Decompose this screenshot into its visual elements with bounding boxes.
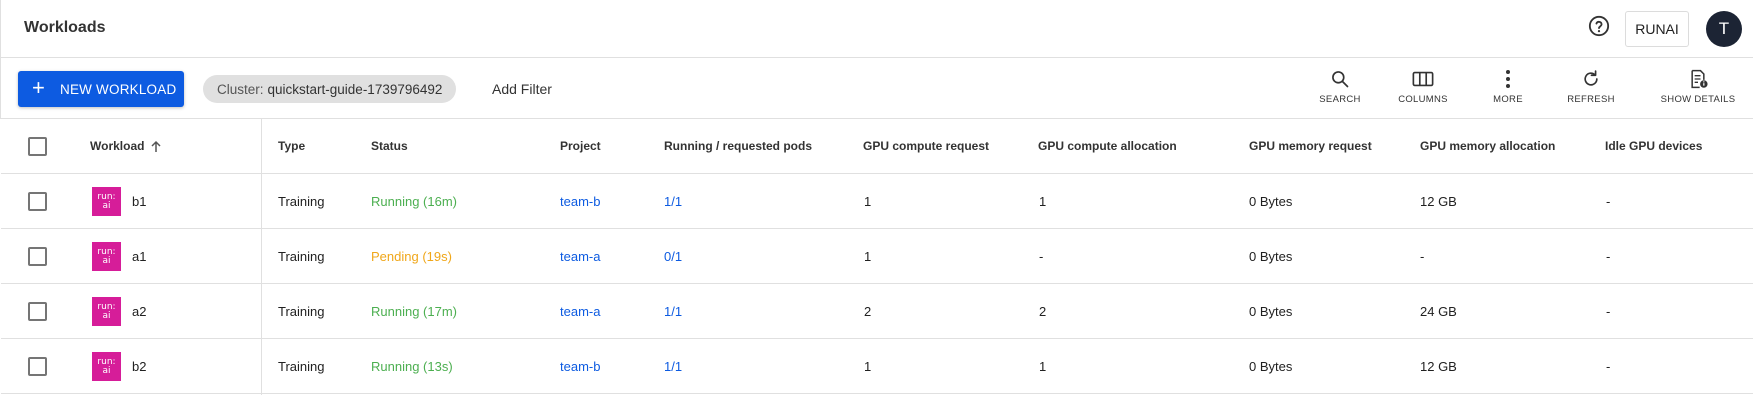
workload-name: b2 xyxy=(132,358,147,374)
project-link[interactable]: team-b xyxy=(560,174,600,228)
column-header-gpu-memory-request[interactable]: GPU memory request xyxy=(1249,119,1372,173)
idle-gpu-devices-value: - xyxy=(1606,358,1611,374)
project-link[interactable]: team-a xyxy=(560,284,600,338)
table-row[interactable]: run: ai b2 Training Running (13s) team-b … xyxy=(1,339,1753,394)
workload-status: Pending (19s) xyxy=(371,248,452,264)
search-button[interactable]: SEARCH xyxy=(1319,65,1361,111)
gpu-compute-allocation-value: 1 xyxy=(1039,193,1047,209)
select-all-checkbox[interactable] xyxy=(28,137,47,156)
columns-icon xyxy=(1412,68,1434,90)
new-workload-label: NEW WORKLOAD xyxy=(60,82,177,97)
more-vertical-icon xyxy=(1505,68,1511,90)
cluster-chip-label: Cluster: xyxy=(217,81,264,97)
gpu-compute-allocation-value: - xyxy=(1039,248,1044,264)
plus-icon: + xyxy=(32,75,45,100)
gpu-memory-allocation-value: 12 GB xyxy=(1420,358,1457,374)
runai-logo-icon: run: ai xyxy=(92,352,121,381)
search-label: SEARCH xyxy=(1319,94,1361,105)
gpu-compute-allocation-value: 2 xyxy=(1039,303,1047,319)
column-header-workload[interactable]: Workload xyxy=(90,119,162,173)
gpu-memory-request-value: 0 Bytes xyxy=(1249,248,1293,264)
gpu-memory-request-value: 0 Bytes xyxy=(1249,193,1293,209)
columns-button[interactable]: COLUMNS xyxy=(1398,65,1448,111)
column-header-pods[interactable]: Running / requested pods xyxy=(664,119,812,173)
help-icon[interactable] xyxy=(1587,14,1611,38)
row-checkbox[interactable] xyxy=(28,247,47,266)
column-header-project[interactable]: Project xyxy=(560,119,601,173)
more-label: MORE xyxy=(1493,94,1523,105)
gpu-memory-request-value: 0 Bytes xyxy=(1249,358,1293,374)
workload-type: Training xyxy=(278,303,325,319)
add-filter-button[interactable]: Add Filter xyxy=(492,81,552,97)
columns-label: COLUMNS xyxy=(1398,94,1448,105)
workload-type: Training xyxy=(278,193,325,209)
project-link[interactable]: team-a xyxy=(560,229,600,283)
table-row[interactable]: run: ai a1 Training Pending (19s) team-a … xyxy=(1,229,1753,284)
project-link[interactable]: team-b xyxy=(560,339,600,393)
column-header-label: Workload xyxy=(90,139,145,153)
pods-link[interactable]: 1/1 xyxy=(664,284,682,338)
pods-link[interactable]: 0/1 xyxy=(664,229,682,283)
top-bar: Workloads RUNAI T xyxy=(0,0,1753,58)
account-button[interactable]: RUNAI xyxy=(1625,11,1689,47)
row-checkbox[interactable] xyxy=(28,192,47,211)
row-checkbox[interactable] xyxy=(28,357,47,376)
workload-type: Training xyxy=(278,358,325,374)
refresh-icon xyxy=(1581,68,1601,90)
runai-logo-icon: run: ai xyxy=(92,242,121,271)
user-avatar[interactable]: T xyxy=(1706,11,1742,47)
column-header-gpu-memory-allocation[interactable]: GPU memory allocation xyxy=(1420,119,1555,173)
gpu-memory-allocation-value: 12 GB xyxy=(1420,193,1457,209)
column-header-gpu-compute-allocation[interactable]: GPU compute allocation xyxy=(1038,119,1177,173)
refresh-button[interactable]: REFRESH xyxy=(1567,65,1615,111)
page-title: Workloads xyxy=(24,19,106,36)
new-workload-button[interactable]: + NEW WORKLOAD xyxy=(18,71,184,107)
idle-gpu-devices-value: - xyxy=(1606,303,1611,319)
workload-status: Running (13s) xyxy=(371,358,453,374)
workload-status: Running (16m) xyxy=(371,193,457,209)
show-details-button[interactable]: SHOW DETAILS xyxy=(1659,65,1737,111)
workload-status: Running (17m) xyxy=(371,303,457,319)
workload-name: a2 xyxy=(132,303,147,319)
idle-gpu-devices-value: - xyxy=(1606,248,1611,264)
table-header-row: Workload Type Status Project Running / r… xyxy=(1,119,1753,174)
search-icon xyxy=(1330,68,1350,90)
refresh-label: REFRESH xyxy=(1567,94,1615,105)
table-row[interactable]: run: ai a2 Training Running (17m) team-a … xyxy=(1,284,1753,339)
runai-logo-icon: run: ai xyxy=(92,187,121,216)
row-checkbox[interactable] xyxy=(28,302,47,321)
idle-gpu-devices-value: - xyxy=(1606,193,1611,209)
cluster-filter-chip[interactable]: Cluster: quickstart-guide-1739796492 xyxy=(203,75,457,103)
gpu-compute-request-value: 2 xyxy=(864,303,872,319)
table-row[interactable]: run: ai b1 Training Running (16m) team-b … xyxy=(1,174,1753,229)
workload-name: a1 xyxy=(132,248,147,264)
gpu-compute-allocation-value: 1 xyxy=(1039,358,1047,374)
pods-link[interactable]: 1/1 xyxy=(664,339,682,393)
gpu-memory-allocation-value: - xyxy=(1420,248,1425,264)
show-details-label: SHOW DETAILS xyxy=(1660,94,1736,105)
column-header-gpu-compute-request[interactable]: GPU compute request xyxy=(863,119,989,173)
column-header-status[interactable]: Status xyxy=(371,119,408,173)
workload-type: Training xyxy=(278,248,325,264)
column-header-type[interactable]: Type xyxy=(278,119,305,173)
cluster-chip-value: quickstart-guide-1739796492 xyxy=(267,81,443,97)
more-button[interactable]: MORE xyxy=(1491,65,1525,111)
sort-ascending-icon xyxy=(150,140,162,153)
gpu-compute-request-value: 1 xyxy=(864,193,872,209)
gpu-compute-request-value: 1 xyxy=(864,248,872,264)
gpu-compute-request-value: 1 xyxy=(864,358,872,374)
gpu-memory-allocation-value: 24 GB xyxy=(1420,303,1457,319)
gpu-memory-request-value: 0 Bytes xyxy=(1249,303,1293,319)
pods-link[interactable]: 1/1 xyxy=(664,174,682,228)
column-header-idle-gpu-devices[interactable]: Idle GPU devices xyxy=(1605,119,1702,173)
workload-name: b1 xyxy=(132,193,147,209)
details-icon xyxy=(1688,68,1708,90)
toolbar: + NEW WORKLOAD Cluster: quickstart-guide… xyxy=(0,58,1753,119)
runai-logo-icon: run: ai xyxy=(92,297,121,326)
